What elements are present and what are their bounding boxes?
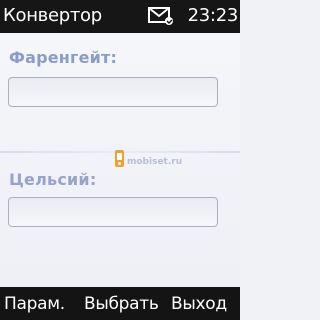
clock: 23:23 bbox=[187, 5, 239, 26]
softkey-bar: Парам. Выбрать Выход bbox=[0, 287, 240, 320]
fahrenheit-label: Фаренгейт: bbox=[9, 48, 118, 67]
celsius-label: Цельсий: bbox=[9, 170, 97, 189]
celsius-input[interactable] bbox=[8, 197, 218, 227]
exit-softkey[interactable]: Выход bbox=[171, 293, 227, 315]
options-softkey[interactable]: Парам. bbox=[4, 293, 65, 315]
fahrenheit-input[interactable] bbox=[8, 77, 218, 107]
status-bar: Конвертор 23:23 bbox=[0, 0, 240, 33]
app-title: Конвертор bbox=[3, 5, 102, 26]
watermark-logo bbox=[112, 148, 128, 170]
mail-icon bbox=[148, 7, 174, 25]
converter-form: Фаренгейт: mobiset.ru Цельсий: bbox=[0, 33, 240, 287]
select-softkey[interactable]: Выбрать bbox=[84, 293, 159, 315]
watermark-text: mobiset.ru bbox=[127, 157, 183, 167]
